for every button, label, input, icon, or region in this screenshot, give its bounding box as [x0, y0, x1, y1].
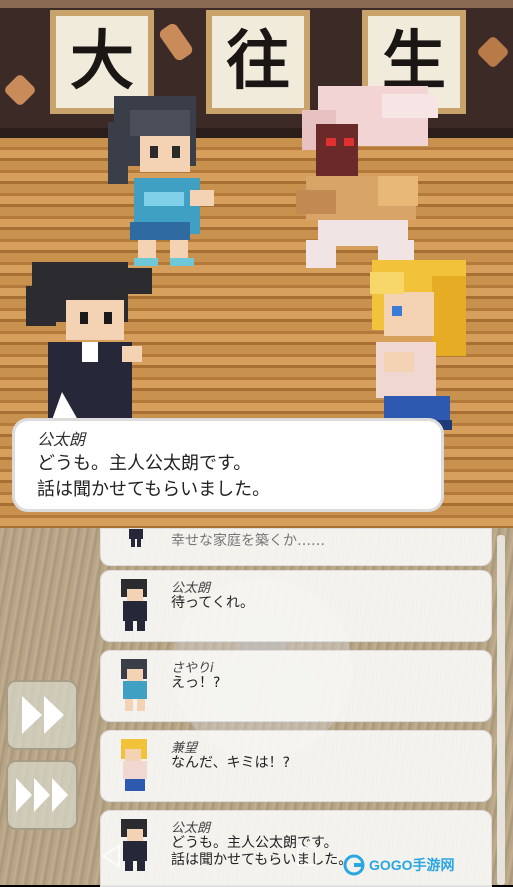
- log-text: なんだ、キミは！?: [171, 755, 291, 771]
- log-speaker: 公太朗: [171, 821, 211, 836]
- dialog-line: 話は聞かせてもらいました。: [37, 479, 271, 500]
- skip-button[interactable]: [6, 760, 78, 830]
- log-speaker: さやりi: [171, 661, 214, 676]
- watermark: GOGO手游网: [343, 850, 513, 880]
- gogo-logo-icon: [343, 854, 365, 876]
- sayari-sprite: [108, 96, 214, 266]
- wall-ornament: [3, 73, 37, 107]
- kotarou-sprite: [26, 262, 152, 418]
- sayari-avatar: [121, 659, 147, 711]
- watermark-text: GOGO手游网: [369, 857, 455, 873]
- kotarou-avatar: [121, 579, 147, 631]
- log-entry-partial[interactable]: 幸せな家庭を築くか……: [100, 528, 492, 566]
- log-speaker: 兼望: [171, 741, 198, 756]
- wall-trim: [0, 0, 513, 8]
- log-text: 待ってくれ。: [171, 595, 255, 611]
- log-text: えっ！?: [171, 675, 221, 691]
- log-text: 幸せな家庭を築くか……: [171, 533, 325, 549]
- kenbou-sprite: [370, 260, 466, 430]
- log-speaker: 公太朗: [171, 581, 211, 596]
- game-scene[interactable]: 大 往 生 公太朗 どうも。主人公太朗です。 話は聞かせてもらいました。: [0, 0, 513, 528]
- dialog-speaker: 公太朗: [37, 430, 86, 449]
- log-entry[interactable]: さやりi えっ！?: [100, 650, 492, 722]
- dialog-box[interactable]: 公太朗 どうも。主人公太朗です。 話は聞かせてもらいました。: [12, 418, 444, 512]
- wall-ornament: [157, 21, 195, 63]
- wall-ornament: [476, 35, 510, 69]
- log-entry[interactable]: 兼望 なんだ、キミは！?: [100, 730, 492, 802]
- skip-icon: [16, 778, 68, 812]
- avatar-icon: [129, 529, 143, 547]
- fast-forward-icon: [22, 696, 64, 734]
- dialog-line: どうも。主人公太朗です。: [37, 453, 252, 474]
- fast-forward-button[interactable]: [6, 680, 78, 750]
- back-triangle-icon[interactable]: [99, 844, 123, 868]
- demon-sprite: [296, 86, 438, 268]
- dialog-tail: [52, 392, 78, 420]
- recent-square-icon[interactable]: [295, 844, 319, 868]
- log-scrollbar[interactable]: [497, 535, 505, 885]
- kenbou-avatar: [121, 739, 147, 791]
- log-entry[interactable]: 公太朗 待ってくれ。: [100, 570, 492, 642]
